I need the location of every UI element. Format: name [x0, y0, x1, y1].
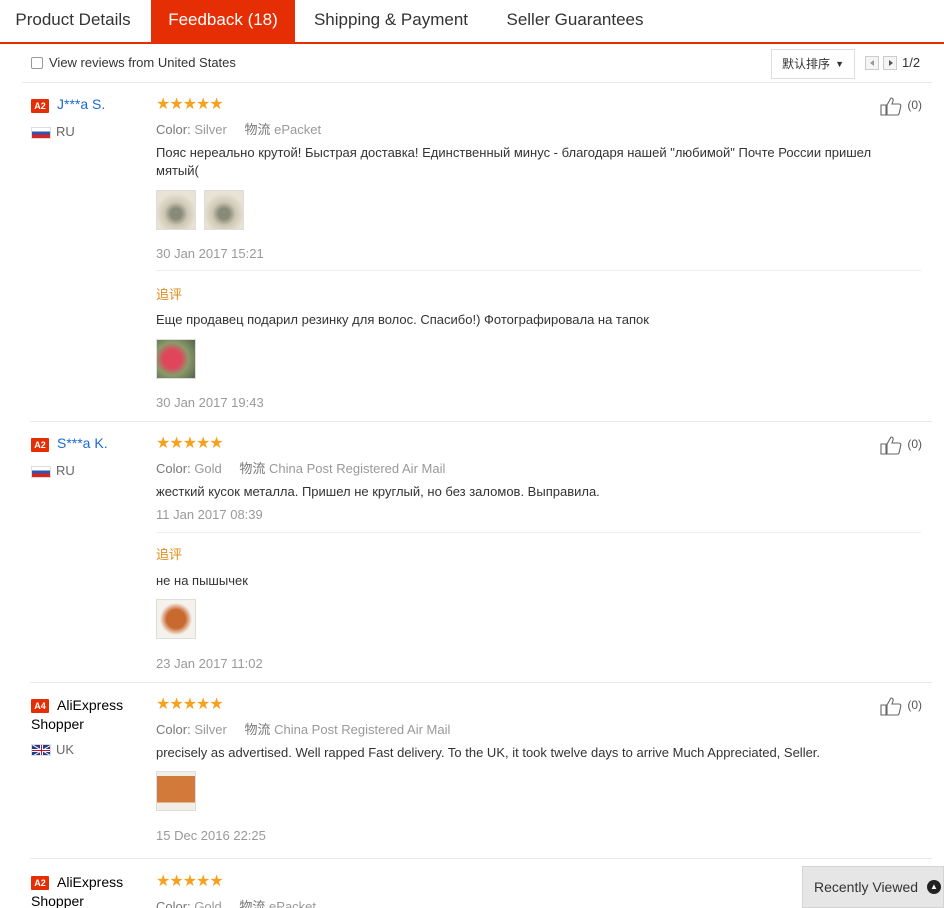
review-photo[interactable]	[204, 190, 244, 230]
recently-viewed-label: Recently Viewed	[814, 879, 919, 895]
rating-stars: ★★★★★	[156, 435, 224, 452]
arrow-left-icon	[870, 60, 874, 66]
tab-feedback[interactable]: Feedback (18)	[151, 0, 295, 42]
thumbs-up-icon	[880, 97, 902, 116]
divider	[30, 858, 932, 859]
review-meta: Color: Gold 物流 China Post Registered Air…	[156, 458, 445, 477]
additional-feedback-label: 追评	[156, 287, 183, 302]
additional-feedback-text: не на пышычек	[156, 573, 248, 588]
review-date: 11 Jan 2017 08:39	[156, 507, 263, 522]
divider	[30, 682, 932, 683]
review-text: precisely as advertised. Well rapped Fas…	[156, 745, 821, 760]
color-key: Color:	[156, 122, 191, 137]
buyer-level-badge: A2	[31, 99, 49, 113]
review-photo[interactable]	[156, 771, 196, 811]
logistics-key: 物流	[239, 461, 266, 476]
helpful-button[interactable]: (0)	[880, 435, 922, 455]
helpful-button[interactable]: (0)	[880, 696, 922, 716]
buyer-level-badge: A2	[31, 876, 49, 890]
review-meta: Color: Silver 物流 China Post Registered A…	[156, 719, 450, 738]
buyer-name[interactable]: J***a S.	[57, 96, 105, 112]
uk-flag-icon	[31, 744, 51, 756]
buyer-level-badge: A4	[31, 699, 49, 713]
sort-dropdown[interactable]: 默认排序 ▼	[771, 49, 855, 79]
logistics-key: 物流	[244, 122, 271, 137]
color-value: Gold	[194, 899, 222, 908]
buyer-country: RU	[56, 124, 75, 139]
arrow-right-icon	[889, 60, 893, 66]
divider	[30, 421, 932, 422]
logistics-key: 物流	[239, 899, 266, 908]
chevron-down-icon: ▼	[835, 59, 844, 69]
russia-flag-icon	[31, 466, 51, 478]
tab-seller-guarantees[interactable]: Seller Guarantees	[490, 0, 660, 42]
divider	[156, 532, 921, 533]
review-photo[interactable]	[156, 190, 196, 230]
buyer-country: UK	[56, 742, 75, 757]
rating-stars: ★★★★★	[156, 873, 224, 890]
color-value: Silver	[194, 122, 227, 137]
helpful-count: (0)	[907, 437, 923, 452]
sort-label: 默认排序	[782, 57, 831, 71]
rating-stars: ★★★★★	[156, 696, 224, 713]
buyer-name[interactable]: S***a K.	[57, 435, 108, 451]
us-reviews-checkbox[interactable]	[31, 57, 43, 69]
review-photo[interactable]	[156, 599, 196, 639]
review-text: жесткий кусок металла. Пришел не круглый…	[156, 484, 600, 499]
review-text: Пояс нереально крутой! Быстрая доставка!…	[156, 145, 872, 178]
helpful-button[interactable]: (0)	[880, 96, 922, 116]
feedback-filter-bar: View reviews from United States 默认排序 ▼ 1…	[22, 44, 932, 83]
russia-flag-icon	[31, 127, 51, 139]
buyer-level-badge: A2	[31, 438, 49, 452]
additional-feedback-label: 追评	[156, 547, 183, 562]
buyer-name-line1: AliExpress	[57, 697, 124, 713]
logistics-value: China Post Registered Air Mail	[269, 461, 446, 476]
tab-shipping-payment[interactable]: Shipping & Payment	[300, 0, 482, 42]
logistics-value: ePacket	[274, 122, 322, 137]
buyer-country: RU	[56, 463, 75, 478]
color-key: Color:	[156, 899, 191, 908]
helpful-count: (0)	[907, 98, 923, 113]
us-reviews-label[interactable]: View reviews from United States	[49, 55, 236, 70]
buyer-name-line1[interactable]: AliExpress	[57, 873, 123, 892]
buyer-name[interactable]: AliExpress	[57, 696, 123, 715]
additional-feedback-date: 23 Jan 2017 11:02	[156, 656, 263, 671]
thumbs-up-icon	[880, 697, 902, 716]
color-value: Gold	[194, 461, 222, 476]
divider	[156, 270, 921, 271]
helpful-count: (0)	[907, 698, 923, 713]
logistics-key: 物流	[244, 722, 271, 737]
review-meta: Color: Gold 物流 ePacket	[156, 896, 316, 908]
chevron-up-icon: ▲	[927, 880, 941, 894]
color-key: Color:	[156, 722, 191, 737]
next-page-button[interactable]	[883, 56, 897, 70]
additional-feedback-date: 30 Jan 2017 19:43	[156, 395, 264, 410]
page-indicator: 1/2	[902, 55, 921, 70]
prev-page-button[interactable]	[865, 56, 879, 70]
color-value: Silver	[194, 722, 227, 737]
recently-viewed-button[interactable]: Recently Viewed ▲	[802, 866, 944, 908]
color-key: Color:	[156, 461, 191, 476]
tab-product-details[interactable]: Product Details	[0, 0, 146, 42]
review-photo[interactable]	[156, 339, 196, 379]
logistics-value: China Post Registered Air Mail	[274, 722, 451, 737]
buyer-name-line2: Shopper	[31, 893, 84, 908]
review-meta: Color: Silver 物流 ePacket	[156, 119, 321, 138]
additional-feedback-text: Еще продавец подарил резинку для волос. …	[156, 312, 649, 327]
thumbs-up-icon	[880, 436, 902, 455]
buyer-name-line2: Shopper	[31, 716, 84, 732]
rating-stars: ★★★★★	[156, 96, 224, 113]
logistics-value: ePacket	[269, 899, 317, 908]
product-tabs: Product Details Feedback (18) Shipping &…	[0, 0, 944, 44]
review-date: 30 Jan 2017 15:21	[156, 246, 264, 261]
review-date: 15 Dec 2016 22:25	[156, 828, 266, 843]
